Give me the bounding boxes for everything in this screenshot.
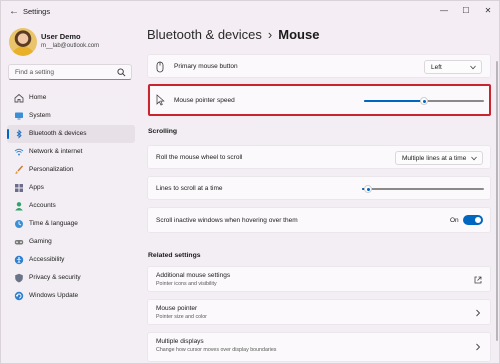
user-email: m__lab@outlook.com: [41, 43, 100, 49]
sidebar-item-label: Bluetooth & devices: [29, 130, 87, 137]
dropdown-value: Left: [431, 64, 442, 71]
sidebar-item-label: Network & internet: [29, 148, 83, 155]
update-icon: [14, 291, 24, 301]
sidebar-item-windows-update[interactable]: Windows Update: [7, 287, 135, 305]
sidebar-item-label: Personalization: [29, 166, 74, 173]
inactive-scroll-label: Scroll inactive windows when hovering ov…: [156, 217, 298, 224]
additional-mouse-settings-link[interactable]: Additional mouse settings Pointer icons …: [147, 266, 491, 292]
mouse-icon: [156, 61, 164, 73]
sidebar-item-label: System: [29, 112, 51, 119]
slider-thumb[interactable]: [364, 185, 372, 193]
sidebar-item-label: Privacy & security: [29, 274, 81, 281]
chevron-down-icon: [471, 156, 477, 161]
apps-icon: [15, 184, 23, 192]
app-title: Settings: [23, 7, 51, 16]
roll-wheel-label: Roll the mouse wheel to scroll: [156, 154, 243, 161]
primary-mouse-button-label: Primary mouse button: [174, 63, 238, 70]
dropdown-value: Multiple lines at a time: [402, 155, 467, 162]
sidebar-item-label: Time & language: [29, 220, 78, 227]
primary-mouse-button-dropdown[interactable]: Left: [424, 60, 482, 74]
sidebar-item-gaming[interactable]: Gaming: [7, 233, 135, 251]
search-placeholder: Find a setting: [15, 69, 55, 76]
search-icon: [117, 68, 126, 77]
scrollbar[interactable]: [496, 61, 498, 341]
related-item-title: Mouse pointer: [156, 305, 198, 312]
toggle-state-label: On: [450, 217, 459, 224]
person-icon: [15, 202, 23, 211]
chevron-right-icon: [476, 309, 481, 317]
sidebar-item-accessibility[interactable]: Accessibility: [7, 251, 135, 269]
clock-globe-icon: [15, 220, 23, 228]
sidebar-item-time-language[interactable]: Time & language: [7, 215, 135, 233]
search-input[interactable]: Find a setting: [8, 64, 132, 80]
monitor-icon: [15, 112, 23, 120]
scrolling-section-title: Scrolling: [148, 128, 178, 135]
sidebar-item-label: Accounts: [29, 202, 56, 209]
chevron-right-icon: [476, 343, 481, 351]
breadcrumb-parent[interactable]: Bluetooth & devices: [147, 27, 262, 42]
gamepad-icon: [14, 240, 24, 245]
sidebar-item-accounts[interactable]: Accounts: [7, 197, 135, 215]
home-icon: [14, 93, 24, 103]
settings-window: ← Settings — ☐ ✕ User Demo m__lab@outloo…: [0, 0, 500, 364]
sidebar-item-home[interactable]: Home: [7, 89, 135, 107]
external-link-icon: [474, 276, 482, 284]
user-name: User Demo: [41, 32, 81, 41]
highlight-box: [148, 84, 491, 116]
sidebar-item-privacy[interactable]: Privacy & security: [7, 269, 135, 287]
toggle-knob: [475, 217, 481, 223]
minimize-button[interactable]: —: [435, 4, 453, 18]
sidebar-item-label: Gaming: [29, 238, 52, 245]
chevron-down-icon: [470, 65, 476, 70]
related-item-subtitle: Change how cursor moves over display bou…: [156, 347, 277, 353]
inactive-scroll-toggle[interactable]: [463, 215, 483, 225]
related-item-subtitle: Pointer icons and visibility: [156, 281, 217, 287]
roll-wheel-dropdown[interactable]: Multiple lines at a time: [395, 151, 483, 165]
back-arrow-icon[interactable]: ←: [7, 5, 21, 19]
slider-track: [362, 188, 484, 190]
sidebar-nav: Home System Bluetooth & devices Network …: [7, 89, 135, 305]
lines-to-scroll-card: Lines to scroll at a time: [147, 176, 491, 200]
sidebar-item-bluetooth[interactable]: Bluetooth & devices: [7, 125, 135, 143]
lines-to-scroll-label: Lines to scroll at a time: [156, 185, 223, 192]
maximize-button[interactable]: ☐: [457, 4, 475, 18]
sidebar-item-label: Windows Update: [29, 292, 79, 299]
page-title: Mouse: [278, 27, 320, 42]
sidebar-item-personalization[interactable]: Personalization: [7, 161, 135, 179]
lines-to-scroll-slider[interactable]: [362, 184, 484, 194]
sidebar-item-label: Accessibility: [29, 256, 65, 263]
wifi-icon: [14, 148, 24, 156]
shield-icon: [15, 273, 23, 283]
sidebar-item-network[interactable]: Network & internet: [7, 143, 135, 161]
breadcrumb-separator: ›: [267, 27, 273, 42]
related-settings-title: Related settings: [148, 252, 201, 259]
multiple-displays-link[interactable]: Multiple displays Change how cursor move…: [147, 332, 491, 362]
mouse-pointer-link[interactable]: Mouse pointer Pointer size and color: [147, 299, 491, 325]
avatar: [9, 28, 37, 56]
sidebar-item-label: Apps: [29, 184, 44, 191]
bluetooth-icon: [16, 129, 22, 139]
user-profile[interactable]: User Demo m__lab@outlook.com: [9, 28, 129, 58]
close-button[interactable]: ✕: [479, 4, 497, 18]
primary-mouse-button-card: Primary mouse button Left: [147, 54, 491, 78]
sidebar-item-apps[interactable]: Apps: [7, 179, 135, 197]
breadcrumb: Bluetooth & devices › Mouse: [147, 27, 319, 42]
sidebar-item-system[interactable]: System: [7, 107, 135, 125]
roll-wheel-card: Roll the mouse wheel to scroll Multiple …: [147, 145, 491, 169]
related-item-subtitle: Pointer size and color: [156, 314, 207, 320]
related-item-title: Additional mouse settings: [156, 272, 231, 279]
inactive-scroll-card: Scroll inactive windows when hovering ov…: [147, 207, 491, 233]
brush-icon: [15, 165, 24, 174]
accessibility-icon: [14, 255, 24, 265]
title-bar: ← Settings — ☐ ✕: [1, 1, 500, 23]
related-item-title: Multiple displays: [156, 338, 204, 345]
sidebar-item-label: Home: [29, 94, 47, 101]
